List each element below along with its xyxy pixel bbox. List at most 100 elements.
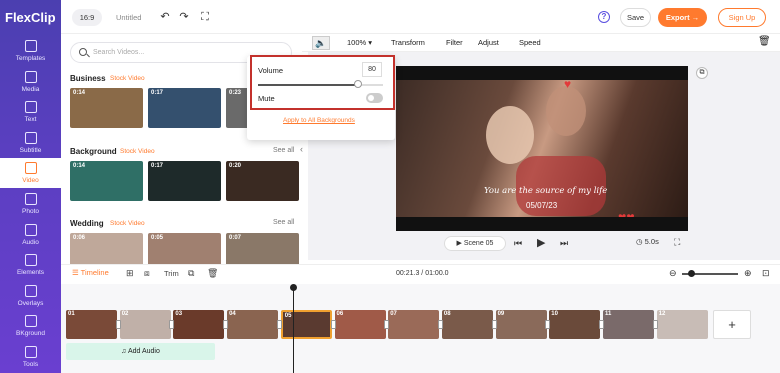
thumbnail-duration: 0:14 xyxy=(73,163,86,169)
trim-button[interactable]: Trim xyxy=(164,269,179,278)
nav-item-bkground[interactable]: BKground xyxy=(0,311,61,341)
see-all-link[interactable]: See all xyxy=(273,219,294,226)
transition-handle[interactable] xyxy=(115,320,121,329)
nav-item-tools[interactable]: Tools xyxy=(0,342,61,372)
delete-scene-icon[interactable]: 🗑 xyxy=(207,268,218,279)
timeline-clip[interactable]: 11 xyxy=(603,310,654,339)
volume-icon[interactable]: 🔈 xyxy=(312,36,330,50)
timeline-clip[interactable]: 01 xyxy=(66,310,117,339)
nav-item-subtitle[interactable]: Subtitle xyxy=(0,128,61,158)
timeline-clip[interactable]: 10 xyxy=(549,310,601,339)
transition-handle[interactable] xyxy=(169,320,175,329)
volume-slider-handle[interactable] xyxy=(354,80,362,88)
overlay-text[interactable]: You are the source of my life xyxy=(484,186,607,196)
app-logo[interactable]: FlexClip xyxy=(5,10,56,25)
music-note-icon: ♫ xyxy=(121,348,128,355)
scene-selector[interactable]: ▶ Scene 05 xyxy=(444,236,506,251)
playhead[interactable] xyxy=(293,286,294,373)
timeline-icon: ☰ xyxy=(72,268,81,277)
nav-item-photo[interactable]: Photo xyxy=(0,189,61,219)
overlay-date[interactable]: 05/07/23 xyxy=(526,201,557,210)
transition-handle[interactable] xyxy=(599,320,604,329)
subtitle-icon xyxy=(24,131,37,144)
previous-scene-icon[interactable]: ⏮ xyxy=(514,238,522,249)
filter-button[interactable]: Filter xyxy=(446,38,463,47)
timeline-clip[interactable]: 03 xyxy=(173,310,225,339)
redo-icon[interactable]: ↷ xyxy=(177,10,191,24)
duration-control[interactable]: ◷ 5.0s xyxy=(636,237,659,246)
transform-button[interactable]: Transform xyxy=(391,38,425,47)
nav-item-audio[interactable]: Audio xyxy=(0,220,61,250)
timeline-tab-label: Timeline xyxy=(80,268,109,277)
fullscreen-icon[interactable]: ⛶ xyxy=(198,10,212,24)
apply-to-all-link[interactable]: Apply to All Backgrounds xyxy=(283,117,355,124)
preview-video[interactable]: You are the source of my life 05/07/23 ♥… xyxy=(396,66,688,231)
project-title[interactable]: Untitled xyxy=(116,13,141,22)
timeline-clip[interactable]: 09 xyxy=(495,310,547,339)
nav-item-video[interactable]: Video xyxy=(0,158,61,189)
export-button[interactable]: Export → xyxy=(658,8,707,27)
zoom-in-icon[interactable]: ⊕ xyxy=(744,268,752,279)
add-scene-icon[interactable]: ⊞ xyxy=(126,268,134,279)
transition-handle[interactable] xyxy=(223,320,229,329)
timeline-clip[interactable]: 12 xyxy=(656,310,708,339)
nav-item-overlays[interactable]: Overlays xyxy=(0,281,61,311)
copy-icon[interactable]: ⧉ xyxy=(696,67,708,79)
transition-handle[interactable] xyxy=(330,320,336,329)
timeline-zoom-handle[interactable] xyxy=(688,270,695,277)
split-icon[interactable]: ⧈ xyxy=(144,268,150,279)
timeline-tab[interactable]: ☰ Timeline xyxy=(72,268,109,277)
playhead-handle[interactable] xyxy=(290,284,297,291)
collapse-panel-icon[interactable]: ‹ xyxy=(300,144,308,158)
nav-item-media[interactable]: Media xyxy=(0,67,61,97)
video-thumbnail[interactable]: 0:14 xyxy=(70,88,143,128)
edit-toolbar xyxy=(302,34,780,52)
help-icon[interactable]: ? xyxy=(598,11,610,23)
video-thumbnail[interactable]: 0:20 xyxy=(226,161,299,201)
nav-item-elements[interactable]: Elements xyxy=(0,250,61,280)
zoom-select[interactable]: 100% ▾ xyxy=(347,38,372,47)
speed-button[interactable]: Speed xyxy=(519,38,541,47)
volume-value-input[interactable]: 80 xyxy=(362,62,382,77)
zoom-value: 100% xyxy=(347,38,367,47)
clip-number: 12 xyxy=(658,311,666,317)
fit-timeline-icon[interactable]: ⊡ xyxy=(762,268,770,279)
save-button[interactable]: Save xyxy=(620,8,651,27)
fit-screen-icon[interactable]: ⛶ xyxy=(674,237,680,248)
timeline-clip[interactable]: 02 xyxy=(119,310,171,339)
timeline-clip[interactable]: 05 xyxy=(280,310,332,339)
undo-icon[interactable]: ↶ xyxy=(158,10,172,24)
search-icon xyxy=(79,48,87,56)
delete-icon[interactable]: 🗑 xyxy=(758,36,771,47)
timeline-clip[interactable]: 08 xyxy=(441,310,493,339)
scene-label: Scene 05 xyxy=(463,240,494,247)
mute-toggle[interactable] xyxy=(366,93,383,103)
transition-handle[interactable] xyxy=(652,320,658,329)
transition-handle[interactable] xyxy=(491,320,497,329)
timeline-clip[interactable]: 04 xyxy=(227,310,279,339)
video-thumbnail[interactable]: 0:17 xyxy=(148,88,221,128)
video-thumbnail[interactable]: 0:14 xyxy=(70,161,143,201)
nav-item-text[interactable]: Text xyxy=(0,97,61,127)
timeline-clip[interactable]: 06 xyxy=(334,310,386,339)
transition-handle[interactable] xyxy=(545,320,551,329)
play-icon[interactable]: ▶ xyxy=(537,236,545,249)
transition-handle[interactable] xyxy=(437,320,443,329)
timeline-clip[interactable]: 07 xyxy=(388,310,440,339)
transition-handle[interactable] xyxy=(384,320,390,329)
aspect-ratio-button[interactable]: 16:9 xyxy=(72,9,102,26)
adjust-button[interactable]: Adjust xyxy=(478,38,499,47)
sign-up-button[interactable]: Sign Up xyxy=(718,8,766,27)
category-subtitle: Stock Video xyxy=(120,148,155,155)
nav-item-templates[interactable]: Templates xyxy=(0,36,61,66)
video-thumbnail[interactable]: 0:17 xyxy=(148,161,221,201)
add-audio-button[interactable]: ♫ Add Audio xyxy=(66,343,215,360)
duplicate-icon[interactable]: ⧉ xyxy=(188,268,194,279)
zoom-out-icon[interactable]: ⊖ xyxy=(669,268,677,279)
see-all-link[interactable]: See all xyxy=(273,147,294,154)
nav-item-label: Media xyxy=(21,85,40,93)
next-scene-icon[interactable]: ⏭ xyxy=(560,238,568,249)
add-clip-button[interactable]: + xyxy=(713,310,751,339)
thumbnail-duration: 0:23 xyxy=(229,90,242,96)
transition-handle[interactable] xyxy=(276,320,282,329)
